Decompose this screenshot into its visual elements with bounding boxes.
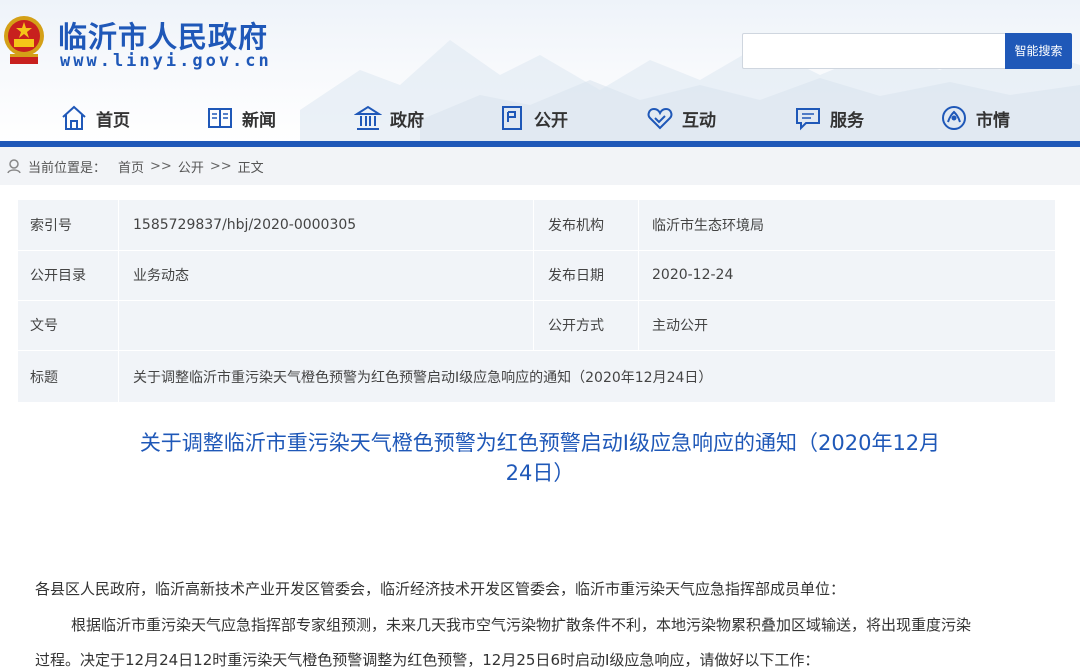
document-info-table: 索引号 1585729837/hbj/2020-0000305 发布机构 临沂市… (18, 200, 1055, 402)
nav-item-government[interactable]: 政府 (354, 98, 424, 138)
info-row-title: 标题 关于调整临沂市重污染天气橙色预警为红色预警启动Ⅰ级应急响应的通知（2020… (18, 352, 1055, 402)
info-value: 1585729837/hbj/2020-0000305 (133, 217, 357, 233)
nav-label: 互动 (682, 110, 716, 131)
nav-item-open[interactable]: 公开 (498, 98, 568, 138)
nav-label: 政府 (390, 110, 424, 131)
breadcrumb-item-open[interactable]: 公开 (178, 157, 204, 176)
nav-item-service[interactable]: 服务 (794, 98, 864, 138)
info-label: 索引号 (30, 218, 72, 234)
breadcrumb-separator: >> (209, 158, 232, 174)
nav-label: 服务 (830, 110, 864, 131)
document-icon (502, 106, 522, 130)
info-value: 业务动态 (133, 268, 189, 284)
nav-label: 首页 (96, 110, 130, 131)
info-label: 公开方式 (548, 318, 604, 334)
info-label: 发布机构 (548, 218, 604, 234)
article-paragraph-line: 过程。决定于12月24日12时重污染天气橙色预警调整为红色预警，12月25日6时… (35, 651, 820, 668)
article-title-line: 24日） (505, 461, 575, 485)
info-label: 文号 (30, 318, 58, 334)
row-divider (18, 350, 1055, 351)
nav-label: 新闻 (242, 110, 276, 131)
home-icon (62, 105, 86, 130)
article-salutation: 各县区人民政府，临沂高新技术产业开发区管委会，临沂经济技术开发区管委会，临沂市重… (35, 580, 846, 598)
national-emblem-logo (4, 16, 44, 64)
search-button[interactable]: 智能搜索 (1005, 33, 1072, 69)
info-value: 主动公开 (652, 318, 708, 334)
location-pin-icon (7, 159, 21, 174)
info-value: 2020-12-24 (652, 267, 734, 283)
city-info-icon (942, 106, 966, 130)
info-value: 关于调整临沂市重污染天气橙色预警为红色预警启动Ⅰ级应急响应的通知（2020年12… (133, 370, 713, 386)
breadcrumb-prefix: 当前位置是： (28, 160, 107, 176)
breadcrumb-item-current: 正文 (237, 160, 264, 176)
article-paragraph-line: 根据临沂市重污染天气应急指挥部专家组预测，未来几天我市空气污染物扩散条件不利，本… (71, 616, 972, 634)
government-building-icon (354, 105, 382, 130)
newspaper-icon (208, 108, 232, 128)
nav-label: 公开 (534, 110, 568, 131)
info-label: 公开目录 (30, 268, 86, 284)
site-title[interactable]: 临沂市人民政府 (58, 14, 268, 56)
breadcrumb-item-home[interactable]: 首页 (118, 157, 144, 176)
handshake-icon (647, 107, 673, 130)
info-row-doc-number: 文号 公开方式 主动公开 (18, 300, 1055, 350)
nav-label: 市情 (976, 110, 1010, 131)
info-label: 标题 (30, 370, 58, 386)
breadcrumb-separator: >> (150, 158, 172, 174)
chat-service-icon (796, 108, 820, 131)
nav-item-home[interactable]: 首页 (60, 98, 130, 138)
info-label: 发布日期 (548, 268, 604, 284)
nav-item-interaction[interactable]: 互动 (646, 98, 716, 138)
nav-item-news[interactable]: 新闻 (206, 98, 276, 138)
search-input[interactable] (742, 33, 1006, 69)
breadcrumb: 当前位置是： 首页 >> 公开 >> 正文 (0, 147, 1080, 185)
article-title-line: 关于调整临沂市重污染天气橙色预警为红色预警启动Ⅰ级应急响应的通知（2020年12… (139, 431, 941, 455)
info-row-catalog: 公开目录 业务动态 发布日期 2020-12-24 (18, 250, 1055, 300)
site-url: www.linyi.gov.cn (60, 51, 272, 71)
article-title: 关于调整临沂市重污染天气橙色预警为红色预警启动Ⅰ级应急响应的通知（2020年12… (80, 428, 1000, 488)
info-value: 临沂市生态环境局 (652, 218, 764, 234)
info-row-index: 索引号 1585729837/hbj/2020-0000305 发布机构 临沂市… (18, 200, 1055, 250)
site-header: 临沂市人民政府 www.linyi.gov.cn 智能搜索 首页 新闻 政府 公… (0, 0, 1080, 146)
main-nav: 首页 新闻 政府 公开 互动 服务 市情 (0, 98, 1080, 138)
nav-item-city-info[interactable]: 市情 (940, 98, 1010, 138)
